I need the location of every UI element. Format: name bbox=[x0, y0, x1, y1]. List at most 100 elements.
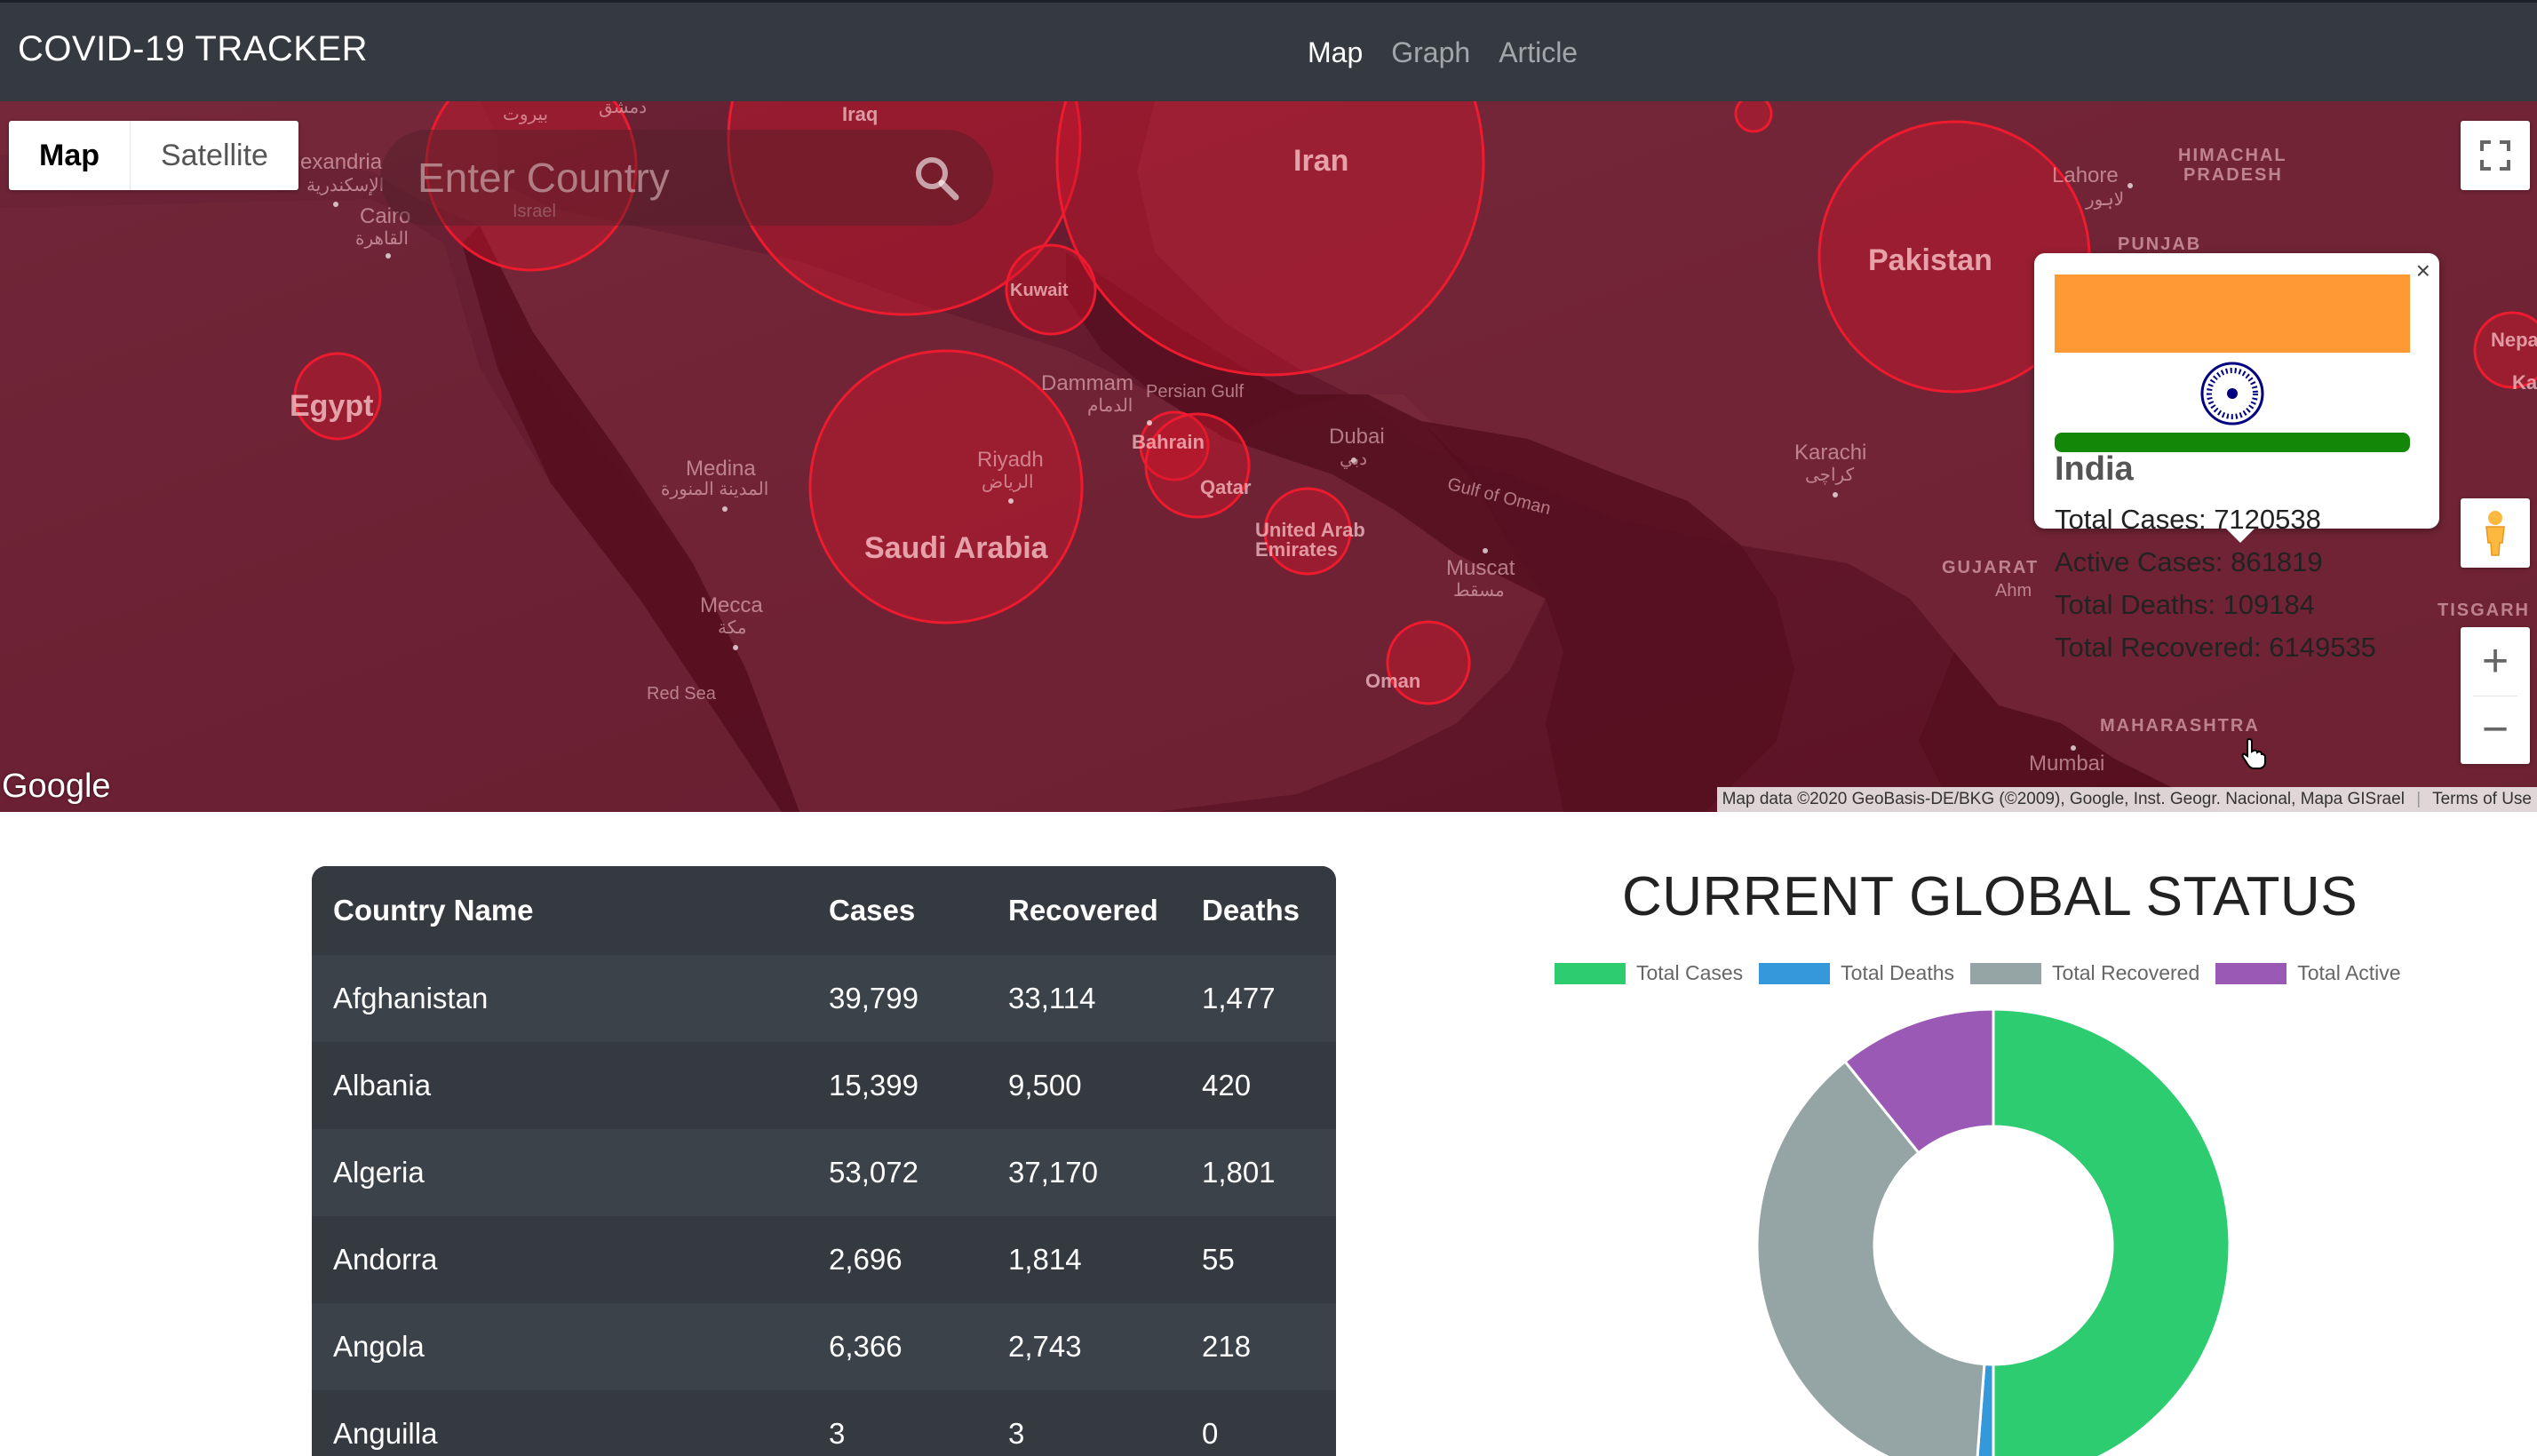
map-label-cairo-ar: القاهرة bbox=[355, 229, 409, 249]
cell-country: Afghanistan bbox=[333, 982, 489, 1014]
map-label-nepal: Nepa bbox=[2491, 329, 2537, 351]
fullscreen-button[interactable] bbox=[2461, 121, 2530, 190]
cell-recovered: 37,170 bbox=[1008, 1156, 1098, 1189]
donut-slice-total-cases[interactable] bbox=[1992, 1007, 2231, 1456]
map-label-ahm: Ahm bbox=[1995, 581, 2032, 601]
info-total-cases: Total Cases: 7120538 bbox=[2055, 504, 2321, 535]
table-row[interactable]: Algeria 53,072 37,170 1,801 bbox=[312, 1129, 1336, 1216]
map-view[interactable]: Iran Pakistan Saudi Arabia Egypt Kuwait … bbox=[0, 101, 2537, 812]
zoom-out-button[interactable]: − bbox=[2461, 696, 2530, 764]
map-label-mecca-ar: مكة bbox=[718, 618, 747, 638]
info-window-close-button[interactable]: × bbox=[2416, 257, 2430, 285]
nav-links: Map Graph Article bbox=[1308, 36, 1578, 69]
legend-swatch bbox=[1970, 962, 2042, 984]
attribution-divider: | bbox=[2416, 790, 2422, 808]
map-label-red-sea: Red Sea bbox=[647, 684, 716, 704]
legend-swatch bbox=[1759, 962, 1831, 984]
google-logo: Google bbox=[2, 768, 111, 805]
cell-recovered: 3 bbox=[1008, 1417, 1025, 1450]
map-label-lahore: Lahore bbox=[2052, 163, 2119, 187]
cell-country: Anguilla bbox=[333, 1417, 438, 1450]
map-label-karachi-ar: کراچی bbox=[1805, 465, 1855, 485]
legend-label: Total Active bbox=[2297, 961, 2401, 984]
info-country-name: India bbox=[2055, 450, 2134, 488]
search-icon[interactable] bbox=[911, 153, 961, 203]
cell-cases: 39,799 bbox=[829, 982, 919, 1014]
cell-recovered: 2,743 bbox=[1008, 1330, 1082, 1363]
map-label-riyadh: Riyadh bbox=[977, 448, 1044, 472]
map-label-alexandria-ar: الإسكندرية bbox=[306, 176, 385, 195]
map-type-control: Map Satellite bbox=[9, 121, 298, 190]
legend-item-total-cases[interactable]: Total Cases bbox=[1555, 961, 1743, 985]
country-search-input[interactable] bbox=[416, 147, 899, 208]
legend-item-total-recovered[interactable]: Total Recovered bbox=[1970, 961, 2199, 985]
map-label-mecca: Mecca bbox=[700, 593, 763, 617]
header-cases[interactable]: Cases bbox=[829, 866, 915, 955]
map-label-punjab: PUNJAB bbox=[2118, 235, 2202, 254]
map-label-iraq: Iraq bbox=[842, 103, 879, 125]
table-row[interactable]: Angola 6,366 2,743 218 bbox=[312, 1303, 1336, 1390]
zoom-in-button[interactable]: + bbox=[2461, 627, 2530, 696]
map-label-dammam: Dammam bbox=[1041, 371, 1134, 395]
cell-deaths: 420 bbox=[1202, 1069, 1252, 1102]
map-attribution: Map data ©2020 GeoBasis-DE/BKG (©2009), … bbox=[1716, 787, 2537, 812]
legend-label: Total Recovered bbox=[2052, 961, 2200, 984]
cell-deaths: 218 bbox=[1202, 1330, 1252, 1363]
info-total-recovered: Total Recovered: 6149535 bbox=[2055, 632, 2376, 663]
table-row[interactable]: Afghanistan 39,799 33,114 1,477 bbox=[312, 955, 1336, 1042]
legend-label: Total Deaths bbox=[1841, 961, 1955, 984]
cell-recovered: 9,500 bbox=[1008, 1069, 1082, 1102]
cell-country: Algeria bbox=[333, 1156, 425, 1189]
table-row[interactable]: Albania 15,399 9,500 420 bbox=[312, 1042, 1336, 1129]
hand-cursor-icon bbox=[2241, 737, 2266, 769]
map-label-oman: Oman bbox=[1365, 670, 1421, 692]
terms-of-use-link[interactable]: Terms of Use bbox=[2432, 790, 2532, 808]
map-label-bahrain: Bahrain bbox=[1132, 431, 1205, 453]
street-view-pegman[interactable] bbox=[2461, 498, 2530, 568]
fullscreen-icon bbox=[2480, 140, 2510, 171]
legend-item-total-active[interactable]: Total Active bbox=[2215, 961, 2401, 985]
table-row[interactable]: Anguilla 3 3 0 bbox=[312, 1390, 1336, 1456]
map-label-tisgarh: TISGARH bbox=[2438, 601, 2530, 620]
map-label-dubai-ar: دبي bbox=[1340, 450, 1368, 469]
cell-recovered: 1,814 bbox=[1008, 1243, 1082, 1276]
cell-cases: 15,399 bbox=[829, 1069, 919, 1102]
nav-link-article[interactable]: Article bbox=[1499, 36, 1578, 69]
donut-chart bbox=[1755, 1007, 2231, 1456]
map-label-alexandria: exandria bbox=[300, 150, 383, 174]
cell-deaths: 1,477 bbox=[1202, 982, 1276, 1014]
map-label-saudi-arabia: Saudi Arabia bbox=[864, 531, 1048, 565]
nav-link-map[interactable]: Map bbox=[1308, 36, 1363, 69]
map-label-persian-gulf: Persian Gulf bbox=[1146, 382, 1245, 402]
header-deaths[interactable]: Deaths bbox=[1202, 866, 1300, 955]
map-label-medina-ar: المدينة المنورة bbox=[661, 480, 769, 499]
header-recovered[interactable]: Recovered bbox=[1008, 866, 1158, 955]
map-label-pakistan: Pakistan bbox=[1868, 243, 1992, 277]
table-header-row: Country Name Cases Recovered Deaths bbox=[312, 866, 1336, 957]
country-info-window: × India Total Cases: 7120538 Active Case… bbox=[2034, 253, 2439, 663]
header-country-name[interactable]: Country Name bbox=[333, 866, 534, 955]
cell-recovered: 33,114 bbox=[1008, 982, 1096, 1014]
map-label-dubai: Dubai bbox=[1329, 425, 1385, 449]
cell-deaths: 1,801 bbox=[1202, 1156, 1276, 1189]
map-label-beirut: بيروت bbox=[503, 105, 549, 124]
legend-swatch bbox=[2215, 962, 2287, 984]
navbar: COVID-19 TRACKER Map Graph Article bbox=[0, 0, 2537, 101]
map-label-qatar: Qatar bbox=[1200, 476, 1252, 498]
map-label-damascus: دمشق bbox=[599, 101, 648, 117]
map-label-lahore-ar: لاہور bbox=[2086, 190, 2125, 210]
map-type-map-button[interactable]: Map bbox=[9, 121, 131, 190]
map-label-egypt: Egypt bbox=[290, 389, 374, 423]
map-label-iran: Iran bbox=[1293, 144, 1349, 178]
cell-country: Albania bbox=[333, 1069, 432, 1102]
brand-title[interactable]: COVID-19 TRACKER bbox=[18, 29, 368, 69]
legend-item-total-deaths[interactable]: Total Deaths bbox=[1759, 961, 1954, 985]
map-type-satellite-button[interactable]: Satellite bbox=[131, 121, 298, 190]
table-row[interactable]: Andorra 2,696 1,814 55 bbox=[312, 1216, 1336, 1303]
india-flag-icon bbox=[2055, 274, 2410, 452]
info-total-deaths: Total Deaths: 109184 bbox=[2055, 589, 2315, 620]
nav-link-graph[interactable]: Graph bbox=[1391, 36, 1470, 69]
map-data-credit: Map data ©2020 GeoBasis-DE/BKG (©2009), … bbox=[1722, 790, 2405, 808]
cell-deaths: 0 bbox=[1202, 1417, 1219, 1450]
info-active-cases: Active Cases: 861819 bbox=[2055, 546, 2323, 577]
